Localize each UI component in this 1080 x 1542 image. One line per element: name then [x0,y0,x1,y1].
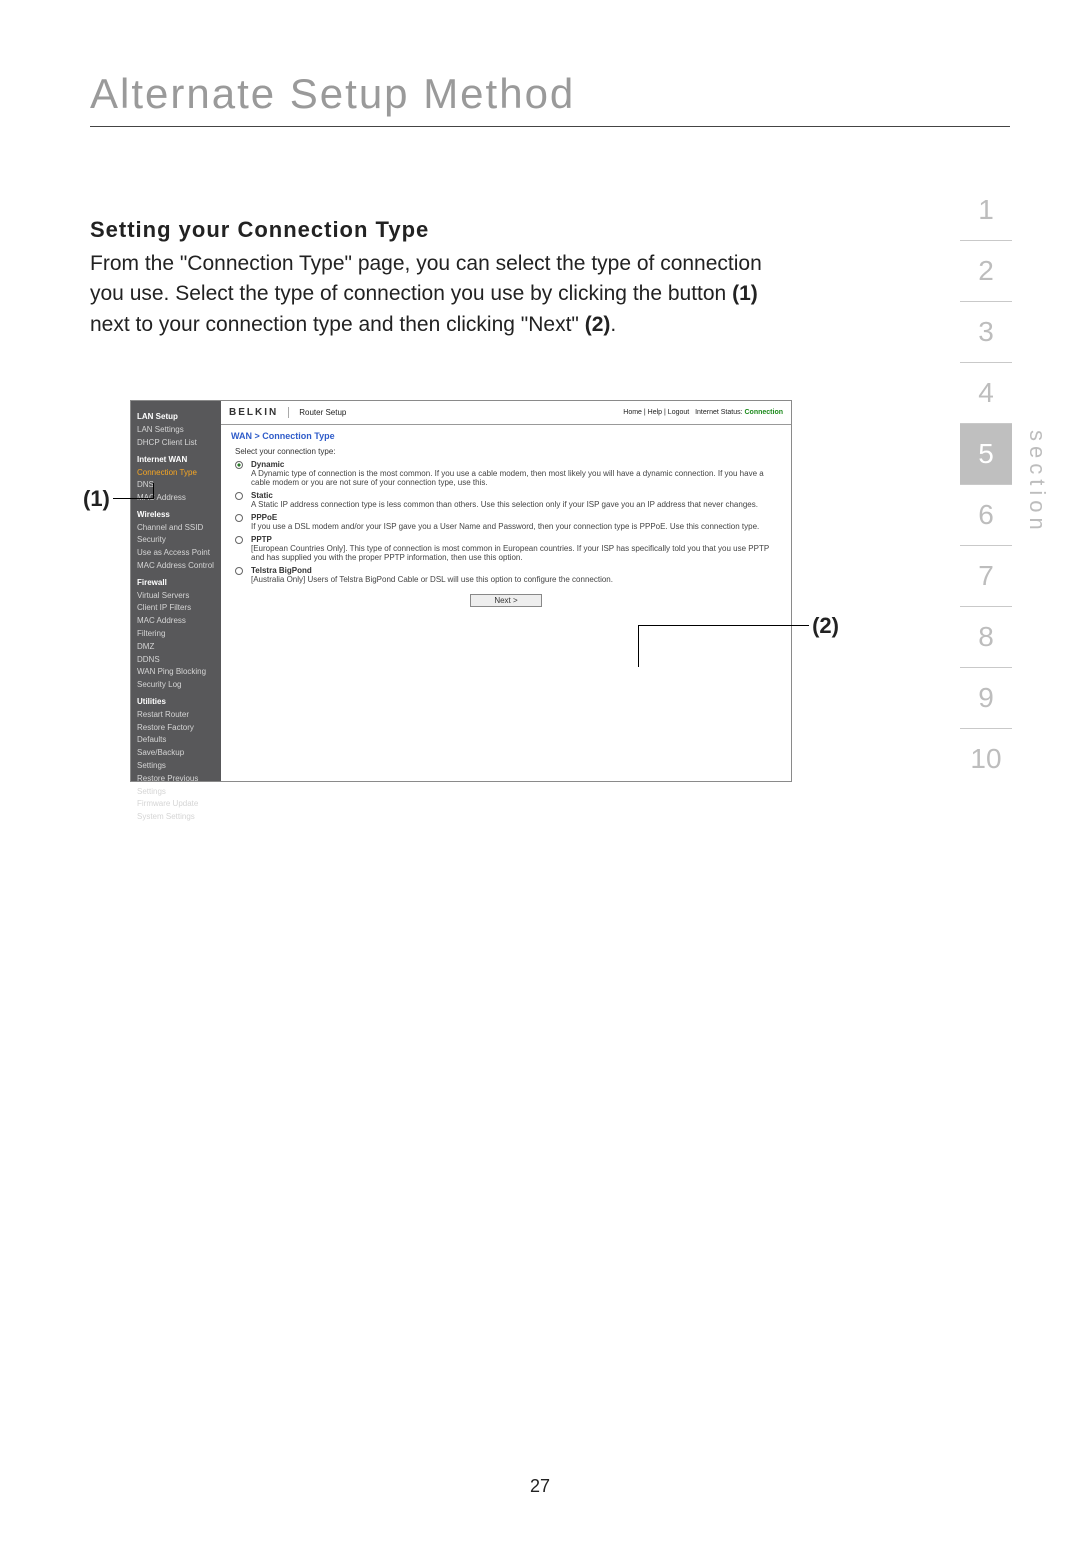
router-setup-label: Router Setup [299,408,346,417]
section-nav-3[interactable]: 3 [960,302,1012,363]
radio-pptp[interactable] [235,536,243,544]
body-text: From the "Connection Type" page, you can… [90,249,770,340]
option-name: Telstra BigPond [251,566,777,575]
body-part: next to your connection type and then cl… [90,313,585,336]
sidebar-item[interactable]: Restore Factory Defaults [137,722,215,748]
sidebar-item[interactable]: WAN Ping Blocking [137,666,215,679]
router-topbar: BELKIN Router Setup Home | Help | Logout… [221,401,791,425]
page-number: 27 [0,1476,1080,1497]
sidebar-item[interactable]: Client IP Filters [137,602,215,615]
body-part: . [610,313,616,336]
callout-2-leader [638,625,639,667]
option-desc: If you use a DSL modem and/or your ISP g… [251,522,777,531]
sidebar-item[interactable]: DHCP Client List [137,437,215,450]
breadcrumb: WAN > Connection Type [221,425,791,443]
option-desc: [European Countries Only]. This type of … [251,544,777,562]
sidebar-group: LAN Setup [137,411,215,424]
section-nav-9[interactable]: 9 [960,668,1012,729]
title-rule [90,126,1010,127]
sidebar-item[interactable]: MAC Address Control [137,560,215,573]
sidebar-item[interactable]: System Settings [137,811,215,824]
radio-pppoe[interactable] [235,514,243,522]
callout-1: (1) [83,486,110,512]
prompt-text: Select your connection type: [235,447,777,456]
link-logout[interactable]: Logout [668,409,689,416]
callout-2-leader [639,625,809,626]
section-nav-10[interactable]: 10 [960,729,1012,789]
callout-2: (2) [812,613,839,639]
next-button[interactable]: Next > [470,594,542,607]
section-nav-5[interactable]: 5 [960,424,1012,485]
sidebar-item[interactable]: DNS [137,479,215,492]
sidebar-item[interactable]: DMZ [137,641,215,654]
section-nav: 12345678910 [960,180,1012,789]
section-nav-8[interactable]: 8 [960,607,1012,668]
option-desc: [Australia Only] Users of Telstra BigPon… [251,575,777,584]
body-part: From the "Connection Type" page, you can… [90,252,762,305]
inline-callout-1: (1) [732,282,758,305]
router-screenshot: (1) (2) LAN SetupLAN SettingsDHCP Client… [130,400,792,782]
sidebar-item[interactable]: Use as Access Point [137,547,215,560]
option-name: Static [251,491,777,500]
status-label: Internet Status: [695,409,742,416]
connection-option: StaticA Static IP address connection typ… [235,491,777,509]
section-nav-1[interactable]: 1 [960,180,1012,241]
sidebar-group: Firewall [137,577,215,590]
connection-option: Telstra BigPond[Australia Only] Users of… [235,566,777,584]
brand-logo: BELKIN [229,407,289,418]
section-heading: Setting your Connection Type [90,217,1010,243]
sidebar-item[interactable]: MAC Address Filtering [137,615,215,641]
sidebar-item[interactable]: DDNS [137,654,215,667]
section-nav-2[interactable]: 2 [960,241,1012,302]
option-desc: A Static IP address connection type is l… [251,500,777,509]
connection-option: DynamicA Dynamic type of connection is t… [235,460,777,487]
radio-telstra bigpond[interactable] [235,567,243,575]
page-title: Alternate Setup Method [90,70,1010,118]
section-label: section [1024,430,1050,535]
sidebar-item[interactable]: Firmware Update [137,798,215,811]
section-nav-7[interactable]: 7 [960,546,1012,607]
sidebar-group: Wireless [137,509,215,522]
radio-dynamic[interactable] [235,461,243,469]
sidebar-item[interactable]: Channel and SSID [137,522,215,535]
top-links: Home | Help | Logout Internet Status: Co… [623,409,783,416]
sidebar-item[interactable]: Security [137,534,215,547]
status-value: Connection [745,409,784,416]
option-name: Dynamic [251,460,777,469]
sidebar-item[interactable]: LAN Settings [137,424,215,437]
sidebar-item[interactable]: Save/Backup Settings [137,747,215,773]
sidebar-item[interactable]: Restart Router [137,709,215,722]
callout-1-leader [113,498,153,499]
sidebar-group: Internet WAN [137,454,215,467]
option-name: PPPoE [251,513,777,522]
sidebar-item[interactable]: Security Log [137,679,215,692]
sidebar-item[interactable]: Virtual Servers [137,590,215,603]
connection-form: Select your connection type: DynamicA Dy… [221,443,791,611]
section-nav-4[interactable]: 4 [960,363,1012,424]
sidebar-item[interactable]: Restore Previous Settings [137,773,215,799]
link-home[interactable]: Home [623,409,642,416]
option-name: PPTP [251,535,777,544]
link-help[interactable]: Help [648,409,662,416]
connection-option: PPPoEIf you use a DSL modem and/or your … [235,513,777,531]
section-nav-6[interactable]: 6 [960,485,1012,546]
connection-option: PPTP[European Countries Only]. This type… [235,535,777,562]
router-sidebar: LAN SetupLAN SettingsDHCP Client List Int… [131,401,221,781]
option-desc: A Dynamic type of connection is the most… [251,469,777,487]
callout-1-leader [153,483,154,499]
sidebar-group: Utilities [137,696,215,709]
radio-static[interactable] [235,492,243,500]
inline-callout-2: (2) [585,313,611,336]
sidebar-item[interactable]: Connection Type [137,467,215,480]
